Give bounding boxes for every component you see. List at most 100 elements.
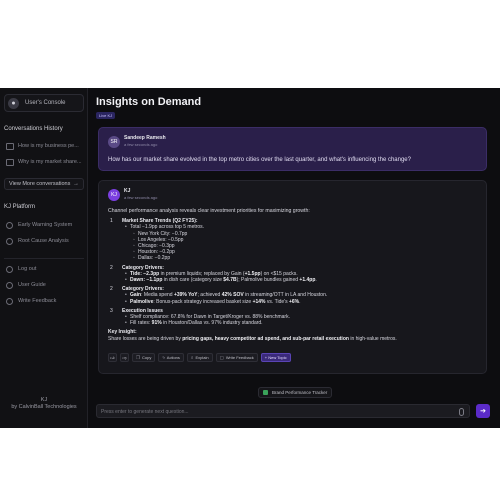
console-label: User's Console [25,100,66,106]
section-number: 1 [110,218,113,225]
message-author: KJ [124,188,131,194]
key-insight-text: Share losses are being driven by pricing… [108,336,480,342]
avatar: SR [108,136,120,148]
conversation-label: How is my business pe... [18,143,79,149]
sidebar-item-user-guide[interactable]: User Guide [4,279,84,291]
thumbs-down-button[interactable]: 👎︎ [120,353,129,362]
section-market-share: 1 Market Share Trends (Q2 FY25): Total −… [108,218,480,262]
explain-label: Explain [195,355,209,360]
assistant-message: KJ KJ a few seconds ago Channel performa… [98,180,487,374]
thumbs-up-button[interactable]: 👍︎ [108,353,117,362]
user-icon: ● [8,97,19,109]
thumbs-down-icon: 👎︎ [122,354,127,360]
feedback-icon [6,297,13,305]
thumbs-up-icon: 👍︎ [110,354,115,360]
view-more-conversations-button[interactable]: View More conversations → [4,178,84,190]
user-message: SR Sandeep Ramesh a few seconds ago How … [98,127,487,171]
message-timestamp: a few seconds ago [124,195,158,200]
sidebar-item-early-warning[interactable]: Early Warning System [4,219,84,231]
list-item: Dawn: −1.1pp in dish care (category size… [122,277,480,283]
keyword: : −1.1pp [143,277,163,284]
brand-name: KJ [40,397,48,403]
text: . [315,277,317,284]
section-number: 2 [110,286,113,293]
text: ; achieved [197,292,222,299]
keyword: +6% [288,298,300,305]
text: : Media spend [141,292,174,299]
main-panel: Insights on Demand Live KJ SR Sandeep Ra… [88,88,500,428]
keyword: Dawn [130,277,144,284]
text: in high-value metros. [348,335,397,342]
conversation-item[interactable]: Why is my market share... [4,156,84,168]
question-input[interactable] [101,407,441,417]
tracker-icon [263,390,268,395]
message-timestamp: a few seconds ago [124,142,158,147]
explain-button[interactable]: ⌕ Explain [186,353,213,362]
guide-icon [6,281,13,289]
sidebar: ● User's Console Conversations History H… [0,88,88,428]
bolt-icon: ϟ [162,355,165,360]
keyword: Tide [130,270,141,277]
keyword: : −2.3pp [140,270,160,277]
sidebar-item-logout[interactable]: Log out [4,263,84,275]
send-button[interactable]: ➔ [476,404,490,418]
logout-icon [6,265,13,273]
section-execution-issues: 3 Execution Issues Shelf compliance: 67.… [108,308,480,327]
sidebar-item-feedback[interactable]: Write Feedback [4,295,84,307]
copy-button[interactable]: ❐ Copy [132,353,156,362]
keyword: 42% SOV [221,292,244,299]
text: in dish care (category size [162,277,224,284]
keyword: +14% [252,298,266,305]
keyword: Gain [130,292,142,299]
warning-icon [6,221,13,229]
write-feedback-button[interactable]: ▢ Write Feedback [215,353,258,362]
composer [96,404,470,418]
actions-button[interactable]: ϟ Actions [158,353,184,362]
platform-heading: KJ Platform [4,204,36,210]
app-window: ● User's Console Conversations History H… [0,88,500,428]
chat-icon [6,142,14,150]
sidebar-item-root-cause[interactable]: Root Cause Analysis [4,235,84,247]
copy-label: Copy [142,355,152,360]
sidebar-divider [4,258,84,259]
analysis-icon [6,237,13,245]
keyword: +1.4pp [299,277,316,284]
keyword: +39% YoY [173,292,198,299]
search-icon: ⌕ [190,355,194,360]
users-console-button[interactable]: ● User's Console [4,94,84,112]
conversations-heading: Conversations History [4,126,63,132]
section-number: 2 [110,264,113,271]
text: . [299,298,301,305]
actions-label: Actions [166,355,180,360]
text: in premium liquids; replaced by Gain ( [159,270,245,277]
arrow-right-icon: → [73,181,79,187]
conversation-item[interactable]: How is my business pe... [4,140,84,152]
text: : Bonus-pack strategy increased basket s… [153,298,253,305]
section-category-drivers: 2 Category Drivers: Tide: −2.3pp in prem… [108,265,480,284]
keyword: 91% [151,320,162,327]
suggestion-label: Brand Performance Tracker [272,390,328,395]
chat-icon [6,158,14,166]
message-author: Sandeep Ramesh [124,135,166,141]
microphone-icon[interactable] [459,408,464,416]
text: Fill rates: [130,320,152,327]
conversation-label: Why is my market share... [18,159,82,165]
text: Share losses are being driven by [108,335,183,342]
brand-byline: by CalvinBall Technologies [11,404,77,410]
new-topic-label: + New Topic [264,355,287,360]
message-actions: 👍︎ 👎︎ ❐ Copy ϟ Actions ⌕ Explain ▢ Write Fee… [108,353,291,362]
section-category-drivers-2: 2 Category Drivers: Gain: Media spend +3… [108,286,480,305]
text: ) on <$15 packs. [260,270,298,277]
new-topic-button[interactable]: + New Topic [260,353,291,362]
status-badge: Live KJ [96,112,116,119]
arrow-right-icon: ➔ [480,408,486,415]
write-feedback-label: Write Feedback [225,355,254,360]
section-number: 3 [110,307,113,314]
keyword: +1.5pp [244,270,261,277]
text: vs. Tide's [265,298,289,305]
suggestion-chip[interactable]: Brand Performance Tracker [258,387,333,398]
text: in streaming/OTT in LA and Houston. [243,292,328,299]
sidebar-item-label: User Guide [18,282,46,288]
list-item: Dallas: −0.2pp [122,255,480,261]
keyword: pricing gaps, heavy competitor ad spend,… [182,335,349,342]
